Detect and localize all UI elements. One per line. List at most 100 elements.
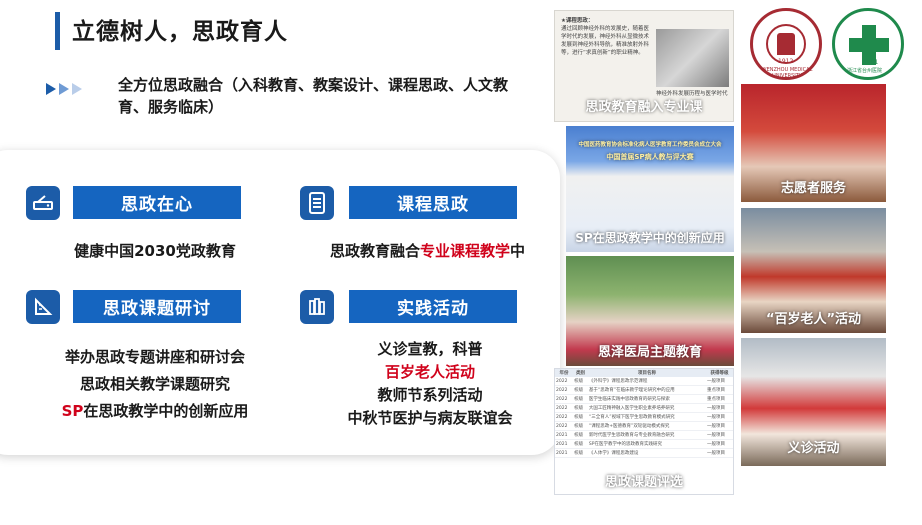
table-cell: 2022: [555, 412, 574, 422]
table-cell: 校级: [573, 412, 588, 422]
page-title: 立德树人，思政育人: [72, 19, 288, 45]
table-cell: SP在医学教学中的思政教育实践研究: [587, 439, 707, 449]
router-icon: [26, 186, 60, 220]
doc-text: ★课程思政： 通过回顾神经外科的发展史，随着医学时代的发展，神经外科从显微技术发展…: [561, 17, 653, 57]
table-cell: 2022: [555, 385, 574, 395]
enze-photo: 恩泽医局主题教育: [566, 256, 734, 366]
volunteer-photo: 志愿者服务: [741, 84, 886, 202]
table-body: 2022 校级 《外科学》课程思政示范课程 一般项目 2022 校级 基于“思政育”在临床教…: [555, 377, 733, 458]
bullet-arrows: [46, 83, 82, 95]
ruler-icon: [26, 290, 60, 324]
table-cell: 校级: [573, 421, 588, 431]
table-row: 2022 校级 “三全育人”视域下医学生思政教育模式研究 一般项目: [555, 412, 733, 422]
building-icon: [777, 33, 795, 55]
table-row: 2021 校级 SP在医学教学中的思政教育实践研究 一般项目: [555, 439, 733, 449]
table-cell: 校级: [573, 430, 588, 440]
table-cell: 校级: [573, 403, 588, 413]
research-line-2: 思政相关教学课题研究: [79, 375, 230, 393]
table-cell: 一般项目: [706, 439, 733, 449]
table-row: 2022 校级 基于“思政育”在临床教学理论研究中的应用 重点项目: [555, 385, 733, 395]
hospital-logo-year: 1901: [863, 59, 879, 66]
table-cell: 校级: [573, 448, 588, 458]
sp-banner-2: 中国首届SP病人教与评大赛: [606, 153, 694, 161]
caption-enze: 恩泽医局主题教育: [597, 345, 702, 360]
slide: 立德树人，思政育人 全方位思政融合（入科教育、教案设计、课程思政、人文教育、服务…: [0, 0, 922, 525]
table-cell: 大国工匠精神融入医学生职业素养培养研究: [587, 403, 707, 413]
table-cell: 校级: [573, 377, 588, 386]
table-header: 项目名称: [587, 369, 707, 377]
table-header: 年份: [555, 369, 574, 377]
table-row: 2022 校级 《外科学》课程思政示范课程 一般项目: [555, 377, 733, 386]
table-cell: 《人体学》课程思政建设: [587, 448, 707, 458]
table-cell: 2022: [555, 403, 574, 413]
practice-line-1: 义诊宣教，科普: [377, 340, 483, 358]
table-row: 2022 校级 “课程思政+医德教育”双轮驱动模式探究 一般项目: [555, 421, 733, 431]
classroom-photo: [656, 29, 729, 87]
table-row: 2021 校级 新时代医学生思政教育与专业教育融合研究 一般项目: [555, 430, 733, 440]
cross-icon-h: [849, 38, 889, 52]
table-cell: “三全育人”视域下医学生思政教育模式研究: [587, 412, 707, 422]
sp-banner: 中国医药教育协会标准化病人医学教育工作委员会成立大会: [578, 142, 722, 148]
heart-line: 健康中国2030党政教育: [74, 242, 236, 260]
sp-photo: 中国医药教育协会标准化病人医学教育工作委员会成立大会 中国首届SP病人教与评大赛…: [566, 126, 734, 252]
course-line-prefix: 思政教育融合: [329, 242, 420, 260]
table-cell: 2022: [555, 377, 574, 386]
arrow-icon: [59, 83, 69, 95]
table-cell: 一般项目: [706, 421, 733, 431]
table-cell: 重点项目: [706, 394, 733, 404]
hospital-logo-text: 浙江省台州医院: [847, 68, 883, 74]
table-cell: 一般项目: [706, 430, 733, 440]
clinic-photo: 义诊活动: [741, 338, 886, 466]
section-label-research: 思政课题研讨: [73, 290, 241, 323]
table-cell: 校级: [573, 394, 588, 404]
title-accent-bar: [55, 12, 60, 50]
practice-line-3: 教师节系列活动: [377, 386, 483, 404]
course-line-highlight: 专业课程教学: [419, 242, 510, 260]
research-line-3: SP在思政教学中的创新应用: [40, 400, 270, 421]
table-cell: “课程思政+医德教育”双轮驱动模式探究: [587, 421, 707, 431]
table-row: 2022 校级 大国工匠精神融入医学生职业素养培养研究 一般项目: [555, 403, 733, 413]
research-line-1: 举办思政专题讲座和研讨会: [64, 348, 245, 366]
doc-body: 通过回顾神经外科的发展史，随着医学时代的发展，神经外科从显微技术发展到神经外科导…: [561, 26, 650, 56]
course-line-suffix: 中: [510, 242, 526, 260]
section-label-course: 课程思政: [349, 186, 517, 219]
wmu-logo-year: 1912: [778, 58, 794, 65]
arrow-icon: [46, 83, 56, 95]
hospital-logo: 浙江省台州医院 1901: [832, 8, 904, 80]
doc-title: ★课程思政：: [561, 18, 594, 24]
caption-clinic: 义诊活动: [787, 441, 840, 456]
table-cell: 《外科学》课程思政示范课程: [587, 377, 707, 386]
logos: WENZHOU MEDICAL UNIVERSITY 1912 浙江省台州医院 …: [750, 8, 915, 80]
caption-sp: SP在思政教学中的创新应用: [575, 231, 725, 245]
practice-line-4: 中秋节医护与病友联谊会: [347, 409, 513, 427]
subtitle: 全方位思政融合（入科教育、教案设计、课程思政、人文教育、服务临床）: [118, 76, 509, 116]
table-cell: 一般项目: [706, 412, 733, 422]
research-line-3-highlight: SP: [61, 402, 84, 420]
table-cell: 医学生临床实践中思政教育的研究与探索: [587, 394, 707, 404]
table-cell: 2021: [555, 430, 574, 440]
caption-centenarian: “百岁老人”活动: [765, 312, 862, 327]
topic-table-image: 年份 类别 项目名称 获得等级 2022 校级 《外科学》课程思政示范课程 一般项目 2…: [554, 368, 734, 495]
topic-table: 年份 类别 项目名称 获得等级 2022 校级 《外科学》课程思政示范课程 一般项目 2…: [555, 369, 733, 458]
table-cell: 校级: [573, 439, 588, 449]
server-icon: [300, 186, 334, 220]
table-header-row: 年份 类别 项目名称 获得等级: [555, 369, 733, 377]
table-cell: 一般项目: [706, 403, 733, 413]
wmu-logo-text: WENZHOU MEDICAL UNIVERSITY: [761, 67, 813, 79]
table-cell: 基于“思政育”在临床教学理论研究中的应用: [587, 385, 707, 395]
table-cell: 2022: [555, 394, 574, 404]
course-line: 思政教育融合专业课程教学中: [310, 240, 545, 261]
arrow-icon: [72, 83, 82, 95]
table-cell: 2021: [555, 439, 574, 449]
table-cell: 新时代医学生思政教育与专业教育融合研究: [587, 430, 707, 440]
table-cell: 2021: [555, 448, 574, 458]
section-label-heart: 思政在心: [73, 186, 241, 219]
table-cell: 校级: [573, 385, 588, 395]
wmu-logo: WENZHOU MEDICAL UNIVERSITY 1912: [750, 8, 822, 80]
table-cell: 一般项目: [706, 377, 733, 386]
caption-volunteer: 志愿者服务: [780, 181, 846, 196]
practice-line-2: 百岁老人活动: [384, 363, 475, 381]
centenarian-photo: “百岁老人”活动: [741, 208, 886, 333]
table-header: 获得等级: [706, 369, 733, 377]
table-cell: 2022: [555, 421, 574, 431]
